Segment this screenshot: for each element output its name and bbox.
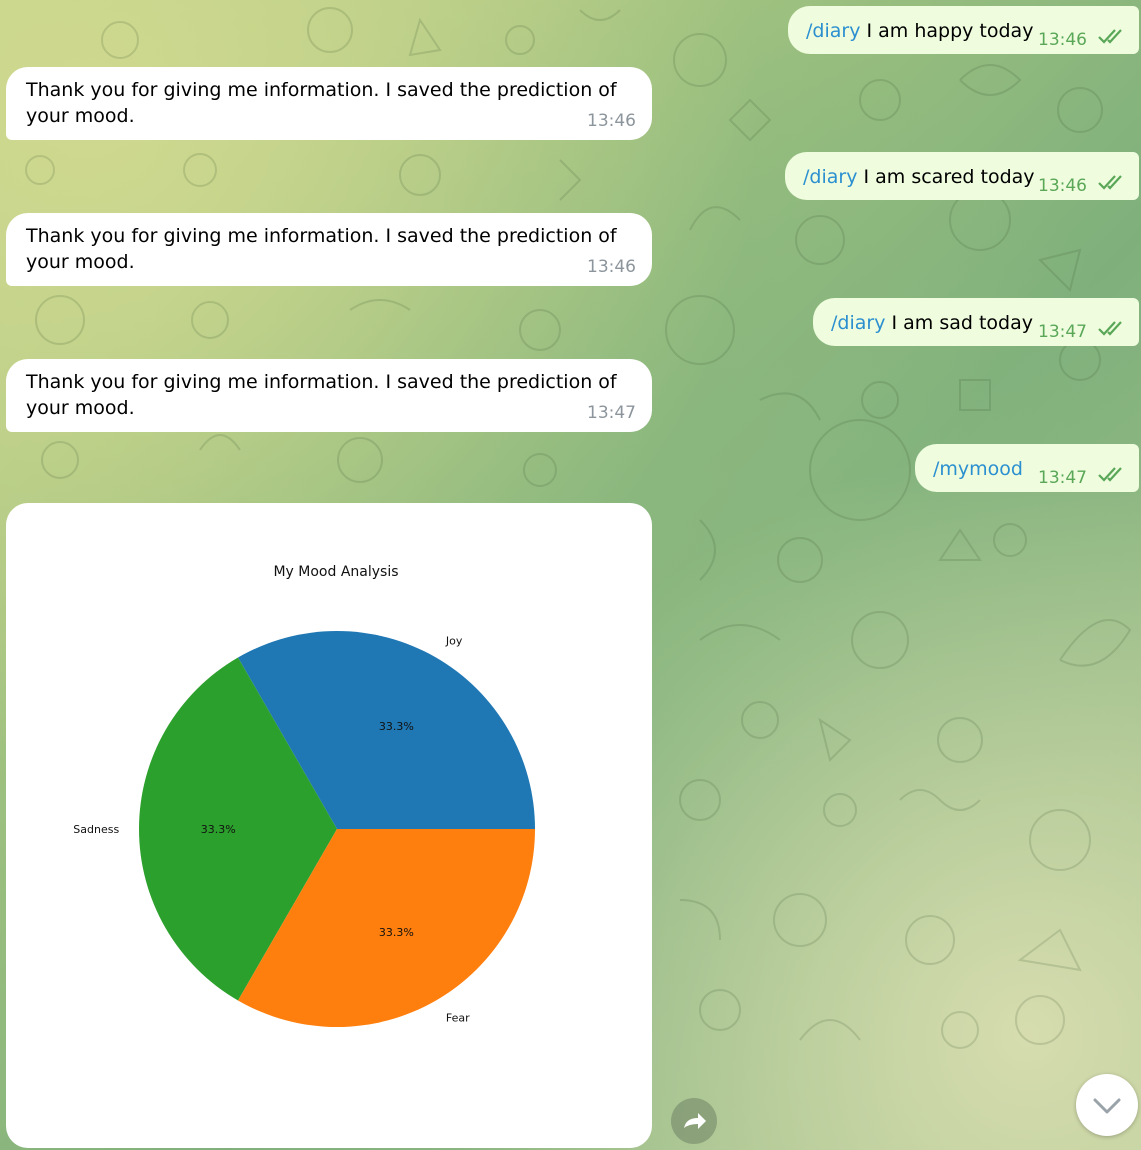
outgoing-message[interactable]: /diary I am sad today 13:47 — [813, 298, 1139, 346]
double-check-icon — [1098, 467, 1122, 482]
message-text: I am happy today — [860, 20, 1034, 42]
forward-button[interactable] — [671, 1098, 717, 1144]
outgoing-message[interactable]: /diary I am scared today 13:46 — [785, 152, 1139, 200]
message-time: 13:46 — [587, 111, 636, 131]
double-check-icon — [1098, 29, 1122, 44]
command-link[interactable]: /mymood — [933, 458, 1023, 480]
outgoing-message[interactable]: /mymood 13:47 — [915, 444, 1139, 492]
pie-category-label: Fear — [446, 1012, 470, 1025]
message-time: 13:46 — [1038, 176, 1087, 196]
message-text: Thank you for giving me information. I s… — [26, 225, 617, 273]
command-link[interactable]: /diary — [803, 166, 857, 188]
message-time: 13:47 — [587, 403, 636, 423]
pie-percent-label: 33.3% — [201, 823, 236, 836]
incoming-message[interactable]: Thank you for giving me information. I s… — [6, 359, 652, 432]
command-link[interactable]: /diary — [806, 20, 860, 42]
double-check-icon — [1098, 321, 1122, 336]
message-time: 13:47 — [1038, 468, 1087, 488]
scroll-down-button[interactable] — [1076, 1074, 1138, 1136]
command-link[interactable]: /diary — [831, 312, 885, 334]
double-check-icon — [1098, 175, 1122, 190]
incoming-message[interactable]: Thank you for giving me information. I s… — [6, 67, 652, 140]
message-text: I am sad today — [885, 312, 1033, 334]
message-time: 13:46 — [587, 257, 636, 277]
message-text: I am scared today — [857, 166, 1035, 188]
pie-chart: 33.3% Joy 33.3% Sadness 33.3% Fear — [73, 631, 535, 1027]
message-text: Thank you for giving me information. I s… — [26, 79, 617, 127]
outgoing-message[interactable]: /diary I am happy today 13:46 — [788, 6, 1139, 54]
chevron-down-icon — [1093, 1098, 1121, 1114]
share-forward-icon — [684, 1113, 706, 1129]
message-time: 13:46 — [1038, 30, 1087, 50]
pie-category-label: Joy — [445, 634, 463, 647]
message-time: 13:47 — [1038, 322, 1087, 342]
pie-category-label: Sadness — [73, 823, 119, 836]
incoming-message[interactable]: Thank you for giving me information. I s… — [6, 213, 652, 286]
message-text: Thank you for giving me information. I s… — [26, 371, 617, 419]
chart-image-message[interactable]: My Mood Analysis 33.3% Joy 33.3% Sadness 33.… — [6, 503, 652, 1148]
pie-percent-label: 33.3% — [379, 926, 414, 939]
pie-percent-label: 33.3% — [379, 720, 414, 733]
